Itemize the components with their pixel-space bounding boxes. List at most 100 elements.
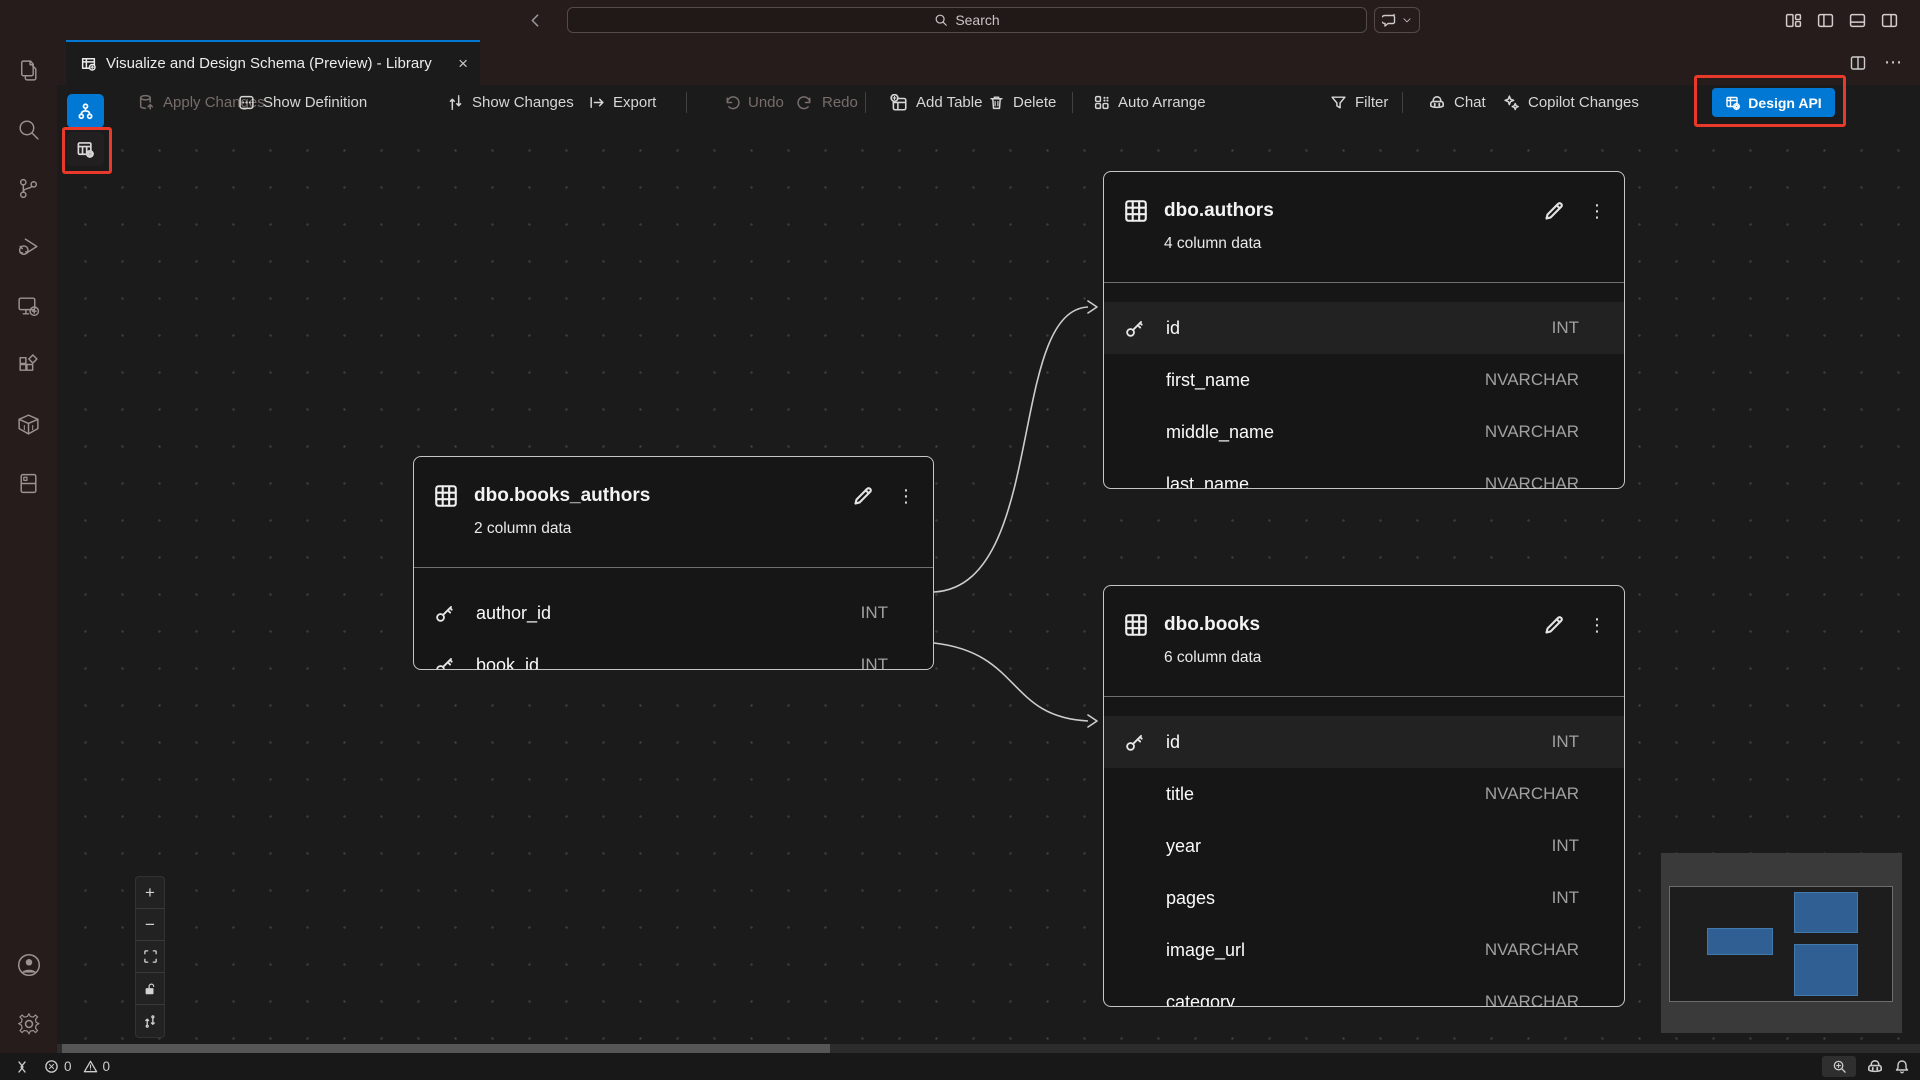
activity-bar [0, 40, 57, 1053]
filter-button[interactable]: Filter [1330, 85, 1388, 120]
chat-button[interactable]: Chat [1428, 85, 1486, 120]
export-button[interactable]: Export [588, 85, 656, 120]
customize-layout-icon[interactable] [1785, 12, 1802, 29]
search-view-icon[interactable] [16, 116, 42, 142]
table-row[interactable]: id INT [1104, 716, 1624, 768]
toggle-panel-icon[interactable] [1849, 12, 1866, 29]
tab-title: Visualize and Design Schema (Preview) - … [106, 55, 432, 72]
auto-arrange-button[interactable]: Auto Arrange [1093, 85, 1206, 120]
source-control-icon[interactable] [16, 175, 42, 201]
table-row[interactable]: first_name NVARCHAR [1104, 354, 1624, 406]
schema-diagram-canvas[interactable]: dbo.books_authors ⋮ 2 column data author… [57, 120, 1920, 1044]
copilot-status-icon[interactable] [1866, 1058, 1884, 1076]
settings-gear-icon[interactable] [16, 1011, 42, 1037]
run-debug-icon[interactable] [16, 234, 42, 260]
horizontal-scrollbar[interactable] [57, 1044, 1920, 1053]
split-editor-icon[interactable] [1850, 55, 1866, 71]
table-node-books-authors[interactable]: dbo.books_authors ⋮ 2 column data author… [413, 456, 934, 670]
add-table-button[interactable]: Add Table [890, 85, 982, 120]
table-header[interactable]: dbo.authors ⋮ 4 column data [1104, 192, 1624, 302]
column-name: middle_name [1166, 422, 1485, 443]
table-row[interactable]: id INT [1104, 302, 1624, 354]
table-header[interactable]: dbo.books ⋮ 6 column data [1104, 606, 1624, 716]
undo-icon [723, 94, 740, 111]
designer-view-switcher [67, 94, 107, 170]
design-api-button[interactable]: Design API [1712, 88, 1835, 117]
table-row[interactable]: author_id INT [414, 587, 933, 639]
table-row[interactable]: middle_name NVARCHAR [1104, 406, 1624, 458]
fit-view-button[interactable] [136, 941, 164, 973]
zoom-out-button[interactable]: − [136, 909, 164, 941]
account-icon[interactable] [16, 952, 42, 978]
schema-visualize-button[interactable] [67, 94, 104, 128]
refresh-layout-button[interactable] [136, 1005, 164, 1037]
column-name: id [1166, 732, 1552, 753]
canvas-zoom-controls: + − [135, 876, 165, 1038]
column-name: image_url [1166, 940, 1485, 961]
minimap-node-books [1794, 944, 1858, 996]
table-menu-icon[interactable]: ⋮ [1588, 201, 1606, 222]
copilot-menu-button[interactable] [1374, 7, 1420, 33]
explorer-icon[interactable] [16, 57, 42, 83]
navigate-back-button[interactable] [522, 7, 548, 33]
column-name: book_id [476, 655, 861, 671]
command-center-search[interactable]: Search [567, 7, 1367, 33]
containers-icon[interactable] [16, 411, 42, 437]
show-changes-button[interactable]: Show Changes [447, 85, 574, 120]
extensions-icon[interactable] [16, 352, 42, 378]
column-type: INT [1552, 888, 1579, 908]
column-name: year [1166, 836, 1552, 857]
zoom-status-button[interactable] [1822, 1056, 1856, 1077]
delete-button[interactable]: Delete [988, 85, 1056, 120]
table-menu-icon[interactable]: ⋮ [1588, 615, 1606, 636]
undo-button[interactable]: Undo [723, 85, 784, 120]
notifications-bell-icon[interactable] [1894, 1059, 1910, 1075]
table-row[interactable]: image_url NVARCHAR [1104, 924, 1624, 976]
table-node-books[interactable]: dbo.books ⋮ 6 column data id INT title N… [1103, 585, 1625, 1007]
table-row[interactable]: book_id INT [414, 639, 933, 670]
zoom-in-button[interactable]: + [136, 877, 164, 909]
column-name: first_name [1166, 370, 1485, 391]
copilot-changes-button[interactable]: Copilot Changes [1503, 85, 1639, 120]
show-definition-button[interactable]: Show Definition [238, 85, 367, 120]
tab-close-icon[interactable]: × [458, 55, 468, 72]
problems-indicator[interactable]: 0 0 [44, 1059, 110, 1074]
table-designer-button[interactable] [67, 132, 104, 166]
auto-arrange-label: Auto Arrange [1118, 94, 1206, 111]
table-node-authors[interactable]: dbo.authors ⋮ 4 column data id INT first… [1103, 171, 1625, 489]
primary-key-icon [434, 603, 455, 624]
database-server-icon[interactable] [16, 470, 42, 496]
chevron-down-icon [1402, 15, 1412, 25]
table-row[interactable]: title NVARCHAR [1104, 768, 1624, 820]
edit-pencil-icon[interactable] [851, 484, 875, 508]
redo-label: Redo [822, 94, 858, 111]
redo-button[interactable]: Redo [797, 85, 858, 120]
schema-designer-toolbar: Apply Changes Show Definition Show Chang… [57, 85, 1920, 120]
column-name: author_id [476, 603, 861, 624]
table-row[interactable]: pages INT [1104, 872, 1624, 924]
editor-more-actions-icon[interactable]: ⋯ [1884, 52, 1902, 73]
column-type: INT [1552, 732, 1579, 752]
table-menu-icon[interactable]: ⋮ [897, 486, 915, 507]
toggle-secondary-sidebar-icon[interactable] [1881, 12, 1898, 29]
remote-indicator-icon[interactable] [14, 1059, 30, 1075]
scrollbar-thumb[interactable] [62, 1044, 830, 1053]
table-header[interactable]: dbo.books_authors ⋮ 2 column data [414, 477, 933, 587]
definition-icon [238, 94, 255, 111]
toggle-primary-sidebar-icon[interactable] [1817, 12, 1834, 29]
table-row[interactable]: category NVARCHAR [1104, 976, 1624, 1007]
delete-label: Delete [1013, 94, 1056, 111]
edit-pencil-icon[interactable] [1542, 199, 1566, 223]
table-row[interactable]: year INT [1104, 820, 1624, 872]
editor-tab-bar: Visualize and Design Schema (Preview) - … [57, 40, 1920, 85]
diagram-minimap[interactable] [1661, 853, 1902, 1033]
status-bar: 0 0 [0, 1053, 1920, 1080]
edit-pencil-icon[interactable] [1542, 613, 1566, 637]
column-type: NVARCHAR [1485, 940, 1579, 960]
tab-visualize-design-schema[interactable]: Visualize and Design Schema (Preview) - … [66, 40, 480, 85]
table-row[interactable]: last_name NVARCHAR [1104, 458, 1624, 489]
primary-key-icon [1124, 318, 1145, 339]
lock-toggle-button[interactable] [136, 973, 164, 1005]
design-api-label: Design API [1748, 95, 1821, 111]
remote-explorer-icon[interactable] [16, 293, 42, 319]
